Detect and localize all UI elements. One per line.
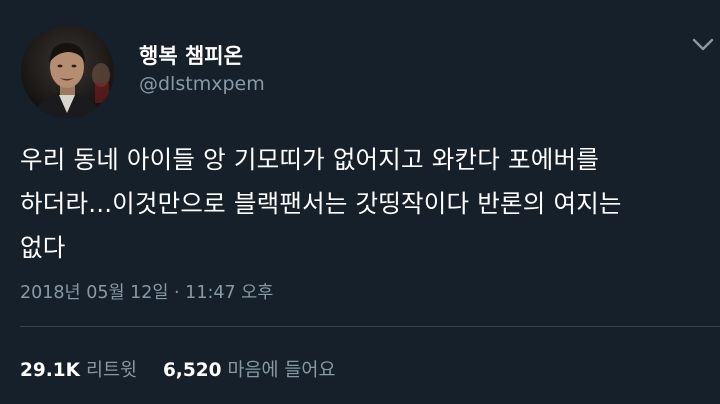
- tweet-text: 우리 동네 아이들 앙 기모띠가 없어지고 와칸다 포에버를 하더라...이것만…: [20, 138, 710, 270]
- display-name[interactable]: 행복 챔피온: [139, 40, 243, 70]
- retweet-label: 리트윗: [85, 360, 138, 381]
- tweet-text-line: 없다: [20, 233, 66, 262]
- tweet-text-line: 하더라...이것만으로 블랙팬서는 갓띵작이다 반론의 여지는: [20, 189, 622, 218]
- tweet-card: 행복 챔피온 @dlstmxpem 우리 동네 아이들 앙 기모띠가 없어지고 …: [0, 0, 720, 404]
- like-count: 6,520: [162, 360, 222, 381]
- like-count-link[interactable]: 6,520 마음에 들어요: [163, 356, 336, 382]
- divider: [20, 326, 720, 327]
- avatar[interactable]: [21, 25, 114, 118]
- user-handle[interactable]: @dlstmxpem: [139, 73, 265, 95]
- retweet-count-link[interactable]: 29.1K 리트윗: [20, 356, 137, 382]
- tweet-timestamp[interactable]: 2018년 05월 12일 · 11:47 오후: [20, 279, 273, 304]
- chevron-down-icon[interactable]: [692, 38, 714, 52]
- tweet-stats: 29.1K 리트윗 6,520 마음에 들어요: [20, 356, 335, 382]
- avatar-photo: [21, 25, 114, 118]
- retweet-count: 29.1K: [20, 360, 80, 381]
- tweet-text-line: 우리 동네 아이들 앙 기모띠가 없어지고 와칸다 포에버를: [20, 145, 599, 174]
- like-label: 마음에 들어요: [227, 360, 336, 381]
